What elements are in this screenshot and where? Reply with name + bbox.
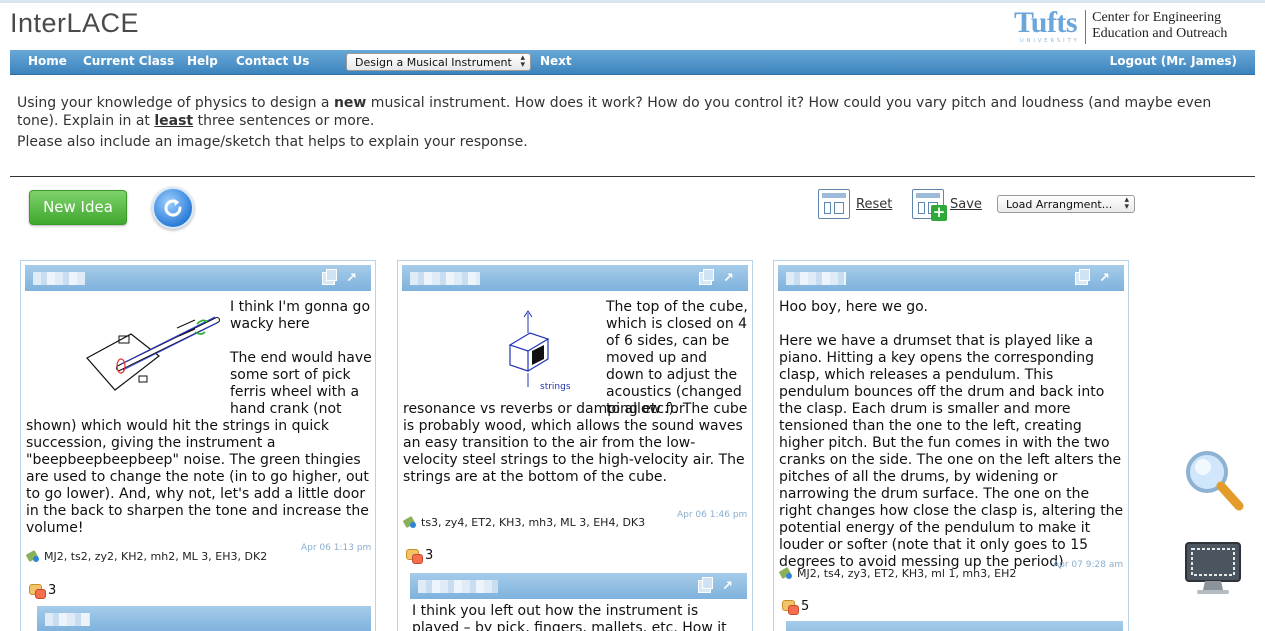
activity-prompt: Using your knowledge of physics to desig… <box>17 94 1252 130</box>
nav-home[interactable]: Home <box>28 54 67 68</box>
card-header[interactable]: ↗ <box>778 265 1124 291</box>
copy-icon[interactable] <box>322 269 337 285</box>
magnifier-icon[interactable] <box>1181 448 1247 514</box>
logo-divider <box>1085 10 1087 44</box>
plus-icon: + <box>931 203 947 221</box>
idea-card[interactable]: ↗ strings The top of the cube, which is … <box>397 260 753 631</box>
logo-university: UNIVERSITY <box>1020 38 1080 44</box>
logout-link[interactable]: Logout (Mr. James) <box>1110 54 1237 68</box>
strings-label: strings <box>540 382 571 392</box>
top-accent-line <box>0 0 1265 3</box>
activity-select-value: Design a Musical Instrument <box>355 56 512 69</box>
prompt-text-3: three sentences or more. <box>193 113 375 129</box>
select-arrows-icon: ▴ ▾ <box>520 53 525 70</box>
nav-current-class[interactable]: Current Class <box>83 54 174 68</box>
copy-icon[interactable] <box>699 269 714 285</box>
logo-center-name: Center for Engineering Education and Out… <box>1092 10 1227 42</box>
author-name-redacted <box>410 272 480 285</box>
timestamp: Apr 06 1:46 pm <box>677 510 748 520</box>
prompt-underline: least <box>154 113 194 129</box>
card-text-2-top: The end would have some sort of pick fer… <box>230 350 372 417</box>
comments-icon <box>29 584 46 599</box>
card-header[interactable]: ↗ <box>402 265 748 291</box>
card-text-2: Here we have a drumset that is played li… <box>779 333 1124 570</box>
comments-icon <box>782 600 799 615</box>
comment-header: ↗ <box>410 573 747 599</box>
load-arrangement-value: Load Arrangment... <box>1006 198 1113 211</box>
comment-count: 3 <box>48 583 57 598</box>
tags-row[interactable]: ts3, zy4, ET2, KH3, mh3, ML 3, EH4, DK3 <box>403 515 645 529</box>
card-text-1: I think I'm gonna go wacky here <box>230 299 371 332</box>
logo-center-line-1: Center for Engineering <box>1092 10 1222 25</box>
tags-text: MJ2, ts2, zy2, KH2, mh2, ML 3, EH3, DK2 <box>44 549 268 563</box>
cube-sketch: strings <box>508 310 571 392</box>
reset-link[interactable]: Reset <box>856 197 892 212</box>
author-name-redacted <box>786 272 846 285</box>
tag-icon <box>403 515 417 529</box>
idea-card[interactable]: ↗ Hoo boy, here we go. Here we have a dr… <box>773 260 1129 631</box>
select-arrows-icon: ▴ ▾ <box>1124 195 1129 212</box>
expand-icon[interactable]: ↗ <box>721 580 734 593</box>
save-link[interactable]: Save <box>950 197 982 212</box>
copy-icon[interactable] <box>1075 269 1090 285</box>
comment-count: 5 <box>801 599 810 614</box>
expand-icon[interactable]: ↗ <box>345 272 358 285</box>
new-idea-button[interactable]: New Idea <box>29 190 127 225</box>
comments-icon <box>406 549 423 564</box>
reset-layout-icon[interactable] <box>818 189 850 219</box>
load-arrangement-select[interactable]: Load Arrangment... ▴ ▾ <box>997 195 1135 213</box>
tags-text: MJ2, ts4, zy3, ET2, KH3, ml 1, mh3, EH2 <box>797 566 1017 580</box>
commenter-name-redacted <box>45 613 90 626</box>
timestamp: Apr 07 9:28 am <box>1053 560 1124 570</box>
main-navbar: Home Current Class Help Contact Us Desig… <box>10 50 1255 75</box>
comment-text: I think you left out how the instrument … <box>412 603 727 631</box>
activity-select[interactable]: Design a Musical Instrument ▴ ▾ <box>346 53 531 71</box>
expand-icon[interactable]: ↗ <box>722 272 735 285</box>
refresh-button[interactable] <box>152 187 194 229</box>
divider <box>10 176 1255 177</box>
tags-row[interactable]: MJ2, ts4, zy3, ET2, KH3, ml 1, mh3, EH2 <box>779 566 1016 580</box>
commenter-name-redacted <box>418 580 498 593</box>
timestamp: Apr 06 1:13 pm <box>301 543 372 553</box>
nav-contact-us[interactable]: Contact Us <box>236 54 309 68</box>
save-layout-icon[interactable]: + <box>912 189 947 221</box>
logo-center-line-2: Education and Outreach <box>1092 26 1228 41</box>
prompt-image-instruction: Please also include an image/sketch that… <box>17 134 528 150</box>
tufts-ceeo-logo: Tufts UNIVERSITY Center for Engineering … <box>1014 8 1227 46</box>
comments-toggle[interactable]: 5 <box>782 599 810 615</box>
comments-toggle[interactable]: 3 <box>406 548 434 564</box>
comments-toggle[interactable]: 3 <box>29 583 57 599</box>
presentation-screen-icon[interactable] <box>1183 540 1243 596</box>
tag-icon <box>779 566 793 580</box>
tag-icon <box>26 549 40 563</box>
tags-text: ts3, zy4, ET2, KH3, mh3, ML 3, EH4, DK3 <box>421 515 646 529</box>
logo-wordmark: Tufts <box>1014 6 1078 39</box>
card-text-1: Hoo boy, here we go. <box>779 299 928 315</box>
prompt-text-1: Using your knowledge of physics to desig… <box>17 95 334 111</box>
author-name-redacted <box>33 272 85 285</box>
comment-header <box>786 621 1123 631</box>
idea-card[interactable]: ↗ I think I'm gonna go wacky here The en… <box>20 260 376 631</box>
comment-header <box>37 606 371 631</box>
refresh-icon <box>164 199 182 217</box>
card-text-2: shown) which would hit the strings in qu… <box>26 418 369 536</box>
card-text-body: resonance vs reverbs or damping etc.). T… <box>403 401 748 485</box>
comment-count: 3 <box>425 548 434 563</box>
expand-icon[interactable]: ↗ <box>1098 272 1111 285</box>
card-header[interactable]: ↗ <box>25 265 371 291</box>
nav-next[interactable]: Next <box>540 54 572 68</box>
app-title: InterLACE <box>10 8 140 38</box>
guitar-sketch <box>86 316 220 391</box>
copy-icon[interactable] <box>698 577 713 593</box>
tags-row[interactable]: MJ2, ts2, zy2, KH2, mh2, ML 3, EH3, DK2 <box>26 549 267 563</box>
prompt-bold: new <box>333 95 367 111</box>
nav-help[interactable]: Help <box>187 54 218 68</box>
